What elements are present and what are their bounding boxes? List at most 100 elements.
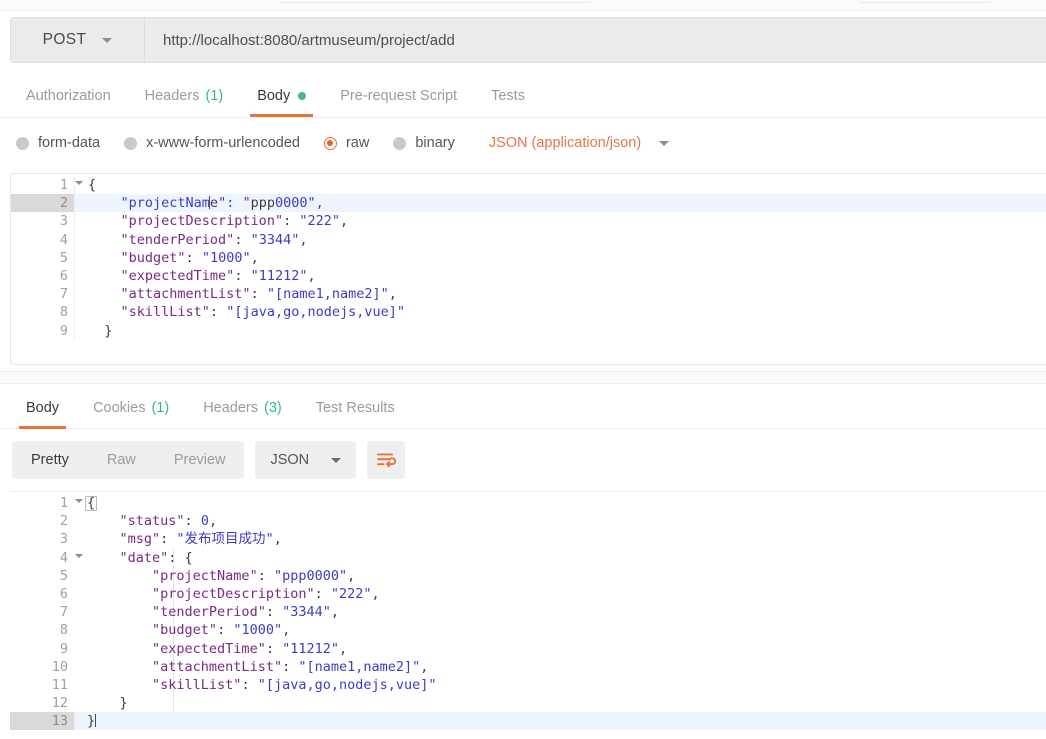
code-line[interactable]: 1{ [11,176,1046,195]
request-url-input[interactable]: http://localhost:8080/artmuseum/project/… [144,17,1046,63]
response-tab-cookies[interactable]: Cookies (1) [76,386,186,429]
line-number: 8 [59,622,68,639]
view-mode-raw-label: Raw [106,452,136,468]
chevron-down-icon [102,37,113,43]
code-line-text: "expectedTime": "11212", [152,640,348,657]
code-line[interactable]: 13} [10,712,1046,731]
response-tab-body[interactable]: Body [9,386,76,429]
request-body-editor[interactable]: 1{2 "projectName": "ppp0000", 3 "projectD… [10,173,1046,365]
tab-pre-request-script[interactable]: Pre-request Script [323,74,474,117]
code-line[interactable]: 5 "projectName": "ppp0000", [10,567,1046,585]
code-line-text: "skillList": "[java,go,nodejs,vue]" [120,304,405,321]
code-line-text: "projectDescription": "222", [152,585,380,602]
tab-body-label: Body [257,87,291,104]
code-line-text: "expectedTime": "11212", [120,267,316,284]
panes-divider[interactable] [0,371,1046,384]
response-format-dropdown[interactable]: JSON [255,441,357,479]
code-line[interactable]: 9 "expectedTime": "11212", [10,640,1046,658]
line-number: 4 [10,549,83,567]
http-method-label: POST [42,31,87,48]
radio-raw[interactable]: raw [323,135,369,151]
code-line[interactable]: 3 "msg": "发布项目成功", [10,530,1046,548]
tab-tests-label: Tests [491,87,525,104]
tab-body[interactable]: Body [240,74,323,117]
code-line[interactable]: 6 "projectDescription": "222", [10,585,1046,603]
code-line-text: } [87,713,96,730]
code-line[interactable]: 4 "tenderPeriod": "3344", [11,230,1046,249]
fold-arrow-icon[interactable] [75,553,83,558]
http-method-dropdown[interactable]: POST [10,17,144,63]
radio-form-data[interactable]: form-data [16,135,100,151]
code-line[interactable]: 11 "skillList": "[java,go,nodejs,vue]" [10,676,1046,694]
code-line-text: "budget": "1000", [152,622,291,639]
code-line[interactable]: 7 "tenderPeriod": "3344", [10,603,1046,621]
line-number: 9 [59,640,68,657]
line-number: 12 [51,695,68,712]
response-tab-headers-count: (3) [264,399,282,416]
code-line[interactable]: 1{ [10,494,1046,512]
code-line[interactable]: 5 "budget": "1000", [11,248,1046,267]
line-number: 8 [11,303,75,322]
line-number: 5 [59,567,68,584]
view-mode-pretty[interactable]: Pretty [12,441,88,479]
code-line[interactable]: 12 } [10,694,1046,712]
chevron-down-icon [331,457,342,463]
code-line-text: "msg": "发布项目成功", [119,531,282,548]
request-tab-bar: Authorization Headers (1) Body Pre-reque… [0,74,1046,118]
request-body-code[interactable]: 1{2 "projectName": "ppp0000", 3 "projectD… [11,174,1046,340]
code-line-text: "skillList": "[java,go,nodejs,vue]" [152,676,437,693]
line-number: 13 [10,712,74,731]
code-line[interactable]: 4 "date": { [10,549,1046,567]
response-body-code[interactable]: 1{2 "status": 0, 3 "msg": "发布项目成功", 4 "dat… [10,492,1046,731]
body-type-selector: form-data x-www-form-urlencoded raw bina… [0,126,1046,160]
tab-headers[interactable]: Headers (1) [128,74,241,117]
response-tab-bar: Body Cookies (1) Headers (3) Test Result… [0,386,1046,429]
code-line-text: "projectName": "ppp0000", [152,567,356,584]
response-body-editor[interactable]: 1{2 "status": 0, 3 "msg": "发布项目成功", 4 "dat… [10,491,1046,739]
tab-headers-label: Headers [144,87,200,104]
code-line[interactable]: 10 "attachmentList": "[name1,name2]", [10,658,1046,676]
radio-x-www-form-urlencoded-label: x-www-form-urlencoded [146,135,300,151]
content-type-dropdown[interactable]: JSON (application/json) [489,135,670,151]
line-number: 4 [11,230,75,249]
code-line[interactable]: 2 "status": 0, [10,512,1046,530]
line-number: 5 [11,248,75,267]
radio-binary[interactable]: binary [393,135,455,151]
code-line-text: { [85,495,98,511]
code-line[interactable]: 9 } [11,321,1046,340]
line-number: 1 [11,176,83,195]
tab-tests[interactable]: Tests [474,74,542,117]
code-line[interactable]: 3 "projectDescription": "222", [11,212,1046,231]
radio-form-data-icon [16,136,29,150]
view-mode-raw[interactable]: Raw [88,441,155,479]
response-tab-cookies-label: Cookies [93,399,146,416]
tab-authorization[interactable]: Authorization [9,74,128,117]
code-line-text: "status": 0, [119,513,218,530]
fold-arrow-icon[interactable] [75,181,83,185]
code-line[interactable]: 8 "budget": "1000", [10,621,1046,639]
code-line-text: } [87,695,128,712]
line-number: 7 [59,604,68,621]
radio-x-www-form-urlencoded-icon [124,136,138,150]
top-strip-seam-left [280,2,590,3]
code-line[interactable]: 7 "attachmentList": "[name1,name2]", [11,285,1046,304]
response-tab-headers[interactable]: Headers (3) [186,386,299,429]
response-tab-test-results[interactable]: Test Results [299,386,412,429]
tab-authorization-label: Authorization [26,87,111,104]
window-top-strip [0,0,1046,11]
code-line[interactable]: 6 "expectedTime": "11212", [11,266,1046,286]
line-number: 3 [11,212,75,231]
code-line[interactable]: 8 "skillList": "[java,go,nodejs,vue]" [11,303,1046,322]
code-line[interactable]: 2 "projectName": "ppp0000", [11,194,1046,213]
view-mode-preview[interactable]: Preview [155,441,245,479]
response-view-mode-group: Pretty Raw Preview [12,441,245,479]
line-number: 7 [11,285,75,304]
fold-arrow-icon[interactable] [75,499,83,503]
word-wrap-toggle-button[interactable] [367,441,406,479]
code-line-text: "attachmentList": "[name1,name2]", [120,286,397,303]
line-number: 2 [59,513,68,530]
response-format-label: JSON [270,452,310,468]
radio-x-www-form-urlencoded[interactable]: x-www-form-urlencoded [124,135,300,151]
code-line-text: "projectName": "ppp0000", [120,195,324,212]
tab-pre-request-script-label: Pre-request Script [340,87,458,104]
